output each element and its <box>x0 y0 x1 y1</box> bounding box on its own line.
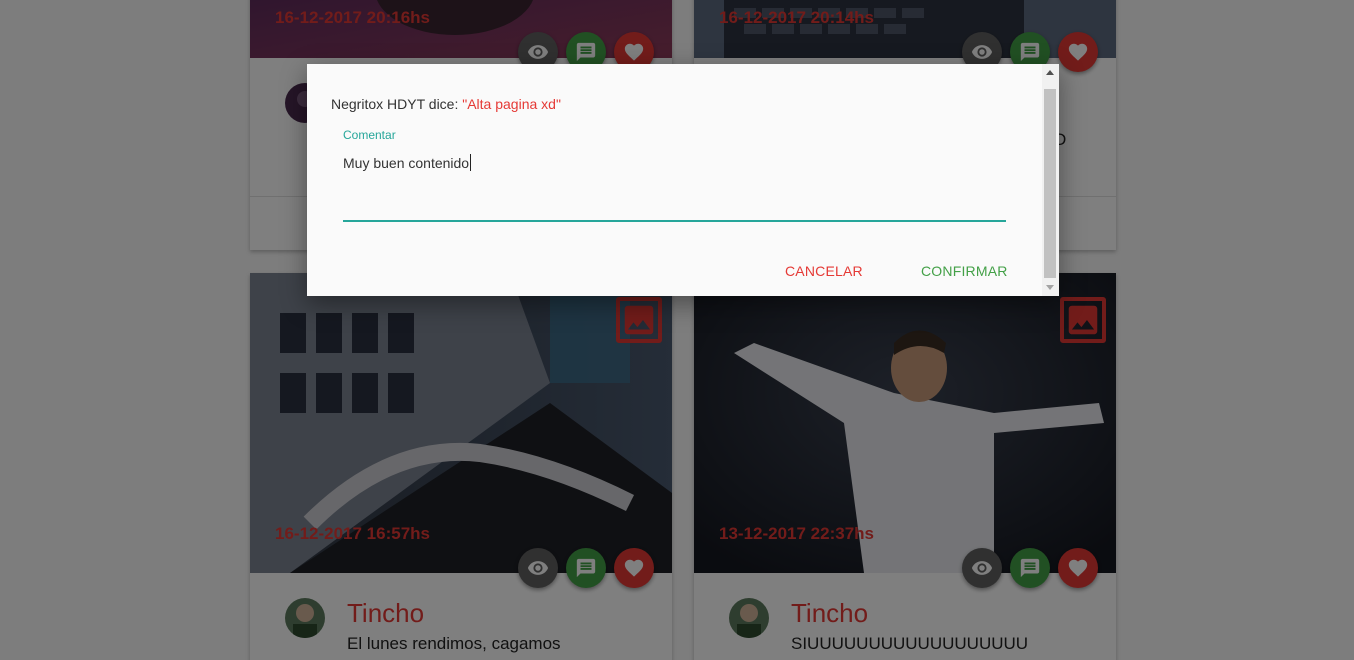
comment-verb: dice: <box>428 96 459 112</box>
scroll-down-icon[interactable] <box>1046 285 1054 290</box>
comment-quote: "Alta pagina xd" <box>462 96 561 112</box>
comment-dialog: Negritox HDYT dice: "Alta pagina xd" Com… <box>307 64 1059 296</box>
comment-input[interactable]: Muy buen contenido <box>343 154 472 171</box>
cancel-button[interactable]: CANCELAR <box>785 263 863 279</box>
comment-field-label: Comentar <box>343 128 396 142</box>
comment-author: Negritox HDYT <box>331 96 425 112</box>
quoted-comment: Negritox HDYT dice: "Alta pagina xd" <box>331 96 561 112</box>
comment-input-value: Muy buen contenido <box>343 155 470 171</box>
confirm-button[interactable]: CONFIRMAR <box>921 263 1008 279</box>
scroll-up-icon[interactable] <box>1046 70 1054 75</box>
scroll-thumb[interactable] <box>1044 89 1056 278</box>
comment-input-underline <box>343 220 1006 222</box>
dialog-scrollbar[interactable] <box>1042 64 1059 296</box>
text-caret <box>470 154 472 171</box>
